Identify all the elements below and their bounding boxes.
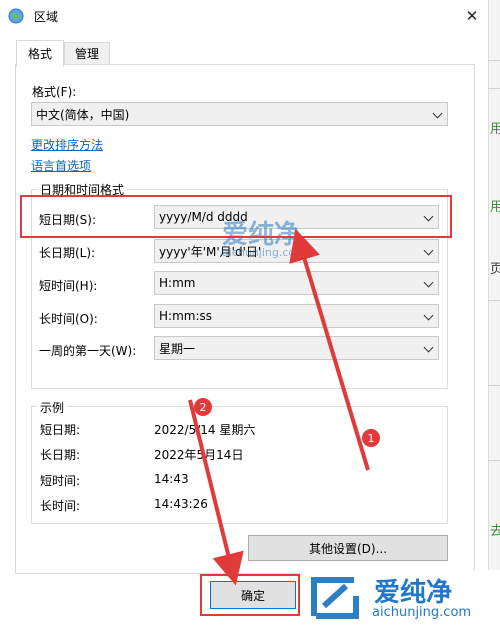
step-badge-2: 2 bbox=[194, 398, 212, 416]
arrow-to-short-date bbox=[289, 228, 370, 471]
tab-format-label: 格式 bbox=[27, 47, 52, 61]
annotation-arrows bbox=[188, 228, 370, 586]
step-badge-1: 1 bbox=[362, 429, 380, 447]
arrow-to-ok bbox=[188, 399, 244, 586]
tab-format[interactable]: 格式 bbox=[16, 40, 64, 66]
